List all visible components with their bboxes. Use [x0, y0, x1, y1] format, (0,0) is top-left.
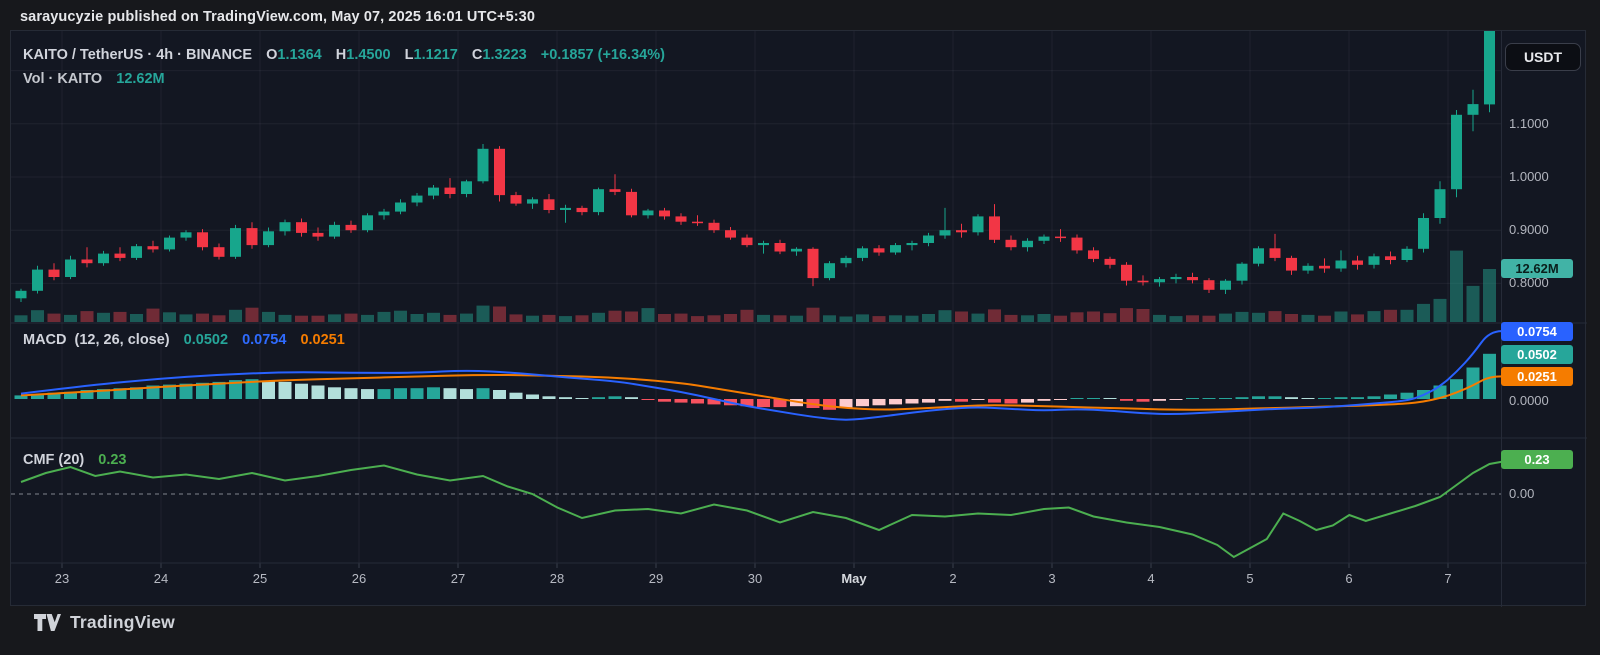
price-tick-1.1000: 1.1000 [1509, 116, 1549, 131]
time-axis-label: 2 [949, 571, 957, 586]
time-axis-label: 25 [252, 571, 268, 586]
cmf-value: 0.23 [98, 452, 127, 468]
volume-label: Vol · KAITO [23, 71, 103, 87]
close-value: 1.3223 [482, 47, 527, 63]
volume-axis-badge: 12.62M [1501, 259, 1573, 278]
currency-toggle-button[interactable]: USDT [1505, 43, 1581, 71]
symbol-title: KAITO / TetherUS · 4h · BINANCE [23, 47, 253, 63]
tradingview-logo-icon [34, 614, 61, 631]
price-tick-1.0000: 1.0000 [1509, 169, 1549, 184]
time-axis-label: 7 [1444, 571, 1452, 586]
time-axis-label: 3 [1048, 571, 1056, 586]
chart-plot-area[interactable] [11, 31, 1587, 607]
time-axis[interactable]: 23 24 25 26 27 28 29 30 May 2 3 4 5 6 7 [11, 563, 1587, 607]
tradingview-footer-link[interactable]: TradingView [34, 612, 175, 633]
low-label: L [404, 47, 414, 63]
time-axis-label: 24 [153, 571, 169, 586]
close-label: C [471, 47, 483, 63]
chart-widget: KAITO / TetherUS · 4h · BINANCE O1.1364 … [10, 30, 1587, 607]
macd-signal-value: 0.0251 [300, 332, 345, 348]
change-value: +0.1857 (+16.34%) [540, 47, 665, 63]
cmf-zero-tick: 0.00 [1509, 486, 1535, 501]
time-axis-label: 5 [1246, 571, 1254, 586]
time-axis-label: May [841, 571, 867, 586]
cmf-title: CMF (20) [23, 452, 85, 468]
macd-title: MACD [23, 332, 67, 348]
publisher-attribution: sarayucyzie published on TradingView.com… [20, 9, 536, 25]
high-label: H [335, 47, 347, 63]
chart-canvas[interactable] [11, 31, 1587, 607]
cmf-axis-badge: 0.23 [1501, 450, 1573, 469]
time-axis-label: 4 [1147, 571, 1155, 586]
open-value: 1.1364 [277, 47, 322, 63]
tradingview-brand-text: TradingView [70, 612, 175, 632]
price-tick-0.9000: 0.9000 [1509, 222, 1549, 237]
time-axis-label: 27 [450, 571, 466, 586]
time-axis-label: 26 [351, 571, 367, 586]
macd-params: (12, 26, close) [74, 332, 170, 348]
time-axis-label: 23 [54, 571, 70, 586]
macd-line-value: 0.0754 [242, 332, 287, 348]
volume-legend: Vol · KAITO 12.62M [23, 71, 169, 87]
macd-line-badge: 0.0754 [1501, 322, 1573, 341]
macd-legend: MACD (12, 26, close) 0.0502 0.0754 0.025… [23, 332, 349, 348]
time-axis-label: 29 [648, 571, 664, 586]
tradingview-snapshot-page: sarayucyzie published on TradingView.com… [0, 0, 1600, 655]
symbol-legend: KAITO / TetherUS · 4h · BINANCE O1.1364 … [23, 47, 669, 63]
low-value: 1.1217 [413, 47, 458, 63]
macd-signal-badge: 0.0251 [1501, 367, 1573, 386]
macd-zero-tick: 0.0000 [1509, 393, 1549, 408]
time-axis-label: 28 [549, 571, 565, 586]
macd-hist-value: 0.0502 [183, 332, 229, 348]
open-label: O [266, 47, 278, 63]
macd-hist-badge: 0.0502 [1501, 345, 1573, 364]
volume-value: 12.62M [116, 71, 165, 87]
cmf-legend: CMF (20) 0.23 [23, 452, 131, 468]
time-axis-label: 30 [747, 571, 763, 586]
time-axis-label: 6 [1345, 571, 1353, 586]
high-value: 1.4500 [346, 47, 391, 63]
